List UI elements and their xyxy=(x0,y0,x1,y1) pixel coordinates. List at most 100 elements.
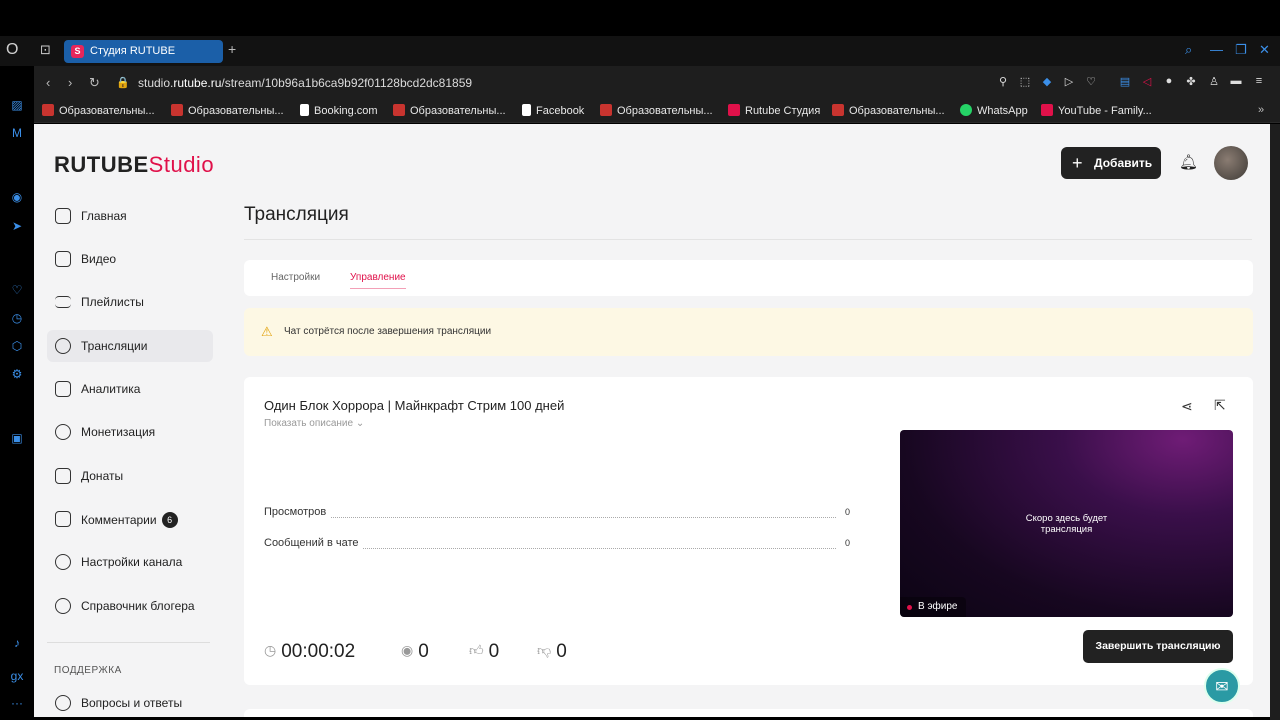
maximize-icon[interactable]: ❐ xyxy=(1235,42,1247,58)
sidebar-item-label: Комментарии xyxy=(81,513,157,527)
bookmark-label: YouTube - Family... xyxy=(1058,105,1152,117)
bookmark-label: Rutube Студия xyxy=(745,105,821,117)
page-title: Трансляция xyxy=(244,204,349,225)
profile-icon[interactable]: ♙ xyxy=(1207,75,1221,89)
stat-label: Просмотров xyxy=(264,506,331,518)
forward-icon[interactable]: › xyxy=(68,75,72,90)
add-button[interactable]: + Добавить xyxy=(1061,147,1161,179)
bookmark[interactable]: YouTube - Family... xyxy=(1041,104,1152,117)
stat-value: 0 xyxy=(840,507,850,517)
address-bar: ‹ › ↻ 🔒 studio.rutube.ru/stream/10b96a1b… xyxy=(34,66,1280,99)
shield-icon[interactable]: ◆ xyxy=(1040,75,1054,89)
plus-icon: + xyxy=(1072,153,1083,173)
bookmark[interactable]: WhatsApp xyxy=(960,104,1028,117)
sidebar-app-icon[interactable]: ▣ xyxy=(9,431,25,447)
stream-preview-player[interactable]: Скоро здесь будет трансляция В эфире xyxy=(900,430,1233,617)
reload-icon[interactable]: ↻ xyxy=(89,75,100,91)
sidebar-extensions-icon[interactable]: ⬡ xyxy=(9,339,25,355)
sidebar-item-channel-settings[interactable]: Настройки канала xyxy=(47,546,213,578)
sidebar-item-donations[interactable]: Донаты xyxy=(47,460,213,492)
sidebar-app-icon[interactable]: gx xyxy=(9,669,25,685)
sidebar-player-icon[interactable]: ◉ xyxy=(9,190,25,206)
sidebar-app-icon[interactable]: M xyxy=(9,126,25,142)
browser-tab-active[interactable]: S Студия RUTUBE xyxy=(64,40,223,63)
sidebar-item-monetization[interactable]: Монетизация xyxy=(47,416,213,448)
sidebar-item-streams[interactable]: Трансляции xyxy=(47,330,213,362)
bookmarks-overflow-icon[interactable]: » xyxy=(1258,104,1264,116)
bookmark[interactable]: Образовательны... xyxy=(393,104,506,117)
extensions-icon[interactable]: ✤ xyxy=(1184,75,1198,89)
minimize-icon[interactable]: — xyxy=(1210,42,1223,57)
bookmark-label: Образовательны... xyxy=(59,105,155,117)
pin-icon[interactable]: ⚲ xyxy=(996,75,1010,89)
bookmark[interactable]: Образовательны... xyxy=(42,104,155,117)
opera-logo-icon[interactable]: O xyxy=(6,41,26,61)
stat-views: Просмотров 0 xyxy=(264,506,850,520)
back-icon[interactable]: ‹ xyxy=(46,75,50,90)
sidebar-settings-icon[interactable]: ⚙ xyxy=(9,367,25,383)
avatar[interactable] xyxy=(1214,146,1248,180)
tab-management[interactable]: Управление xyxy=(350,272,406,289)
metric-likes: 👍︎ 0 xyxy=(469,641,499,663)
tab-settings[interactable]: Настройки xyxy=(271,272,320,283)
show-description-toggle[interactable]: Показать описание ⌄ xyxy=(264,418,364,429)
menu-icon[interactable]: ≡ xyxy=(1252,75,1266,89)
sidebar-item-video[interactable]: Видео xyxy=(47,243,213,275)
wallet-icon xyxy=(55,468,71,484)
page-scrollbar[interactable] xyxy=(1270,124,1280,720)
new-tab-icon[interactable]: + xyxy=(228,41,236,57)
url-field[interactable]: studio.rutube.ru/stream/10b96a1b6ca9b92f… xyxy=(138,76,472,90)
battery-icon[interactable]: ▬ xyxy=(1229,75,1243,89)
url-path: /stream/10b96a1b6ca9b92f01128bcd2dc81859 xyxy=(221,76,473,90)
search-tabs-icon[interactable]: ⌕ xyxy=(1185,42,1192,58)
chat-icon: ✉ xyxy=(1215,679,1229,696)
bookmark-favicon-icon xyxy=(960,104,972,116)
sidebar-item-blogger-guide[interactable]: Справочник блогера xyxy=(47,590,213,622)
studio-page: RUTUBEStudio Главная Видео Плейлисты Тра… xyxy=(34,124,1270,717)
notifications-bell-icon[interactable]: 🔔︎ xyxy=(1179,153,1198,171)
metric-duration: ◷ 00:00:02 xyxy=(264,641,355,663)
bookmark[interactable]: Образовательны... xyxy=(832,104,945,117)
thumbs-up-icon: 👍︎ xyxy=(469,642,484,658)
bookmark[interactable]: Образовательны... xyxy=(171,104,284,117)
sidebar-item-faq[interactable]: Вопросы и ответы xyxy=(47,687,213,717)
gear-icon xyxy=(55,554,71,570)
bookmark[interactable]: Rutube Студия xyxy=(728,104,820,117)
support-chat-button[interactable]: ✉ xyxy=(1204,668,1240,704)
bookmark-favicon-icon xyxy=(393,104,405,116)
send-icon[interactable]: ▷ xyxy=(1062,75,1076,89)
share-icon[interactable]: ⋖ xyxy=(1181,398,1193,415)
sidebar-heart-icon[interactable]: ♡ xyxy=(9,283,25,299)
bookmark[interactable]: Facebook xyxy=(522,104,584,117)
sidebar-item-home[interactable]: Главная xyxy=(47,200,213,232)
sidebar-app-icon[interactable]: ▨ xyxy=(9,98,25,114)
sidebar-item-analytics[interactable]: Аналитика xyxy=(47,373,213,405)
bookmark-label: Facebook xyxy=(536,105,585,117)
bookmark[interactable]: Образовательны... xyxy=(600,104,713,117)
extension-icon[interactable]: ● xyxy=(1162,75,1176,89)
broadcast-icon xyxy=(55,338,71,354)
rutube-favicon-icon: S xyxy=(71,45,84,58)
support-heading: ПОДДЕРЖКА xyxy=(54,665,122,676)
bookmark-favicon-icon xyxy=(42,104,54,116)
extension-icon[interactable]: ▤ xyxy=(1118,75,1132,89)
bookmark-favicon-icon xyxy=(600,104,612,116)
tab-workspace-icon[interactable]: ⊡ xyxy=(40,42,51,58)
bookmark[interactable]: Booking.com xyxy=(300,104,378,117)
sidebar-item-comments[interactable]: Комментарии 6 xyxy=(47,503,213,535)
sidebar-item-playlists[interactable]: Плейлисты xyxy=(47,286,213,318)
sidebar-history-icon[interactable]: ◷ xyxy=(9,311,25,327)
sidebar-app-icon[interactable]: ♪ xyxy=(9,636,25,652)
sidebar-more-icon[interactable]: ··· xyxy=(9,696,25,712)
sidebar-send-icon[interactable]: ➤ xyxy=(9,219,25,235)
end-stream-button[interactable]: Завершить трансляцию xyxy=(1083,630,1233,663)
close-window-icon[interactable]: ✕ xyxy=(1259,42,1270,58)
extension-icon[interactable]: ◁ xyxy=(1140,75,1154,89)
heart-icon[interactable]: ♡ xyxy=(1084,75,1098,89)
bookmark-label: Образовательны... xyxy=(188,105,284,117)
bookmarks-bar: Образовательны... Образовательны... Book… xyxy=(34,99,1280,123)
rutube-studio-logo[interactable]: RUTUBEStudio xyxy=(54,152,214,178)
playlist-icon xyxy=(55,296,71,308)
external-link-icon[interactable]: ⇱ xyxy=(1214,397,1226,414)
snapshot-icon[interactable]: ⬚ xyxy=(1018,75,1032,89)
